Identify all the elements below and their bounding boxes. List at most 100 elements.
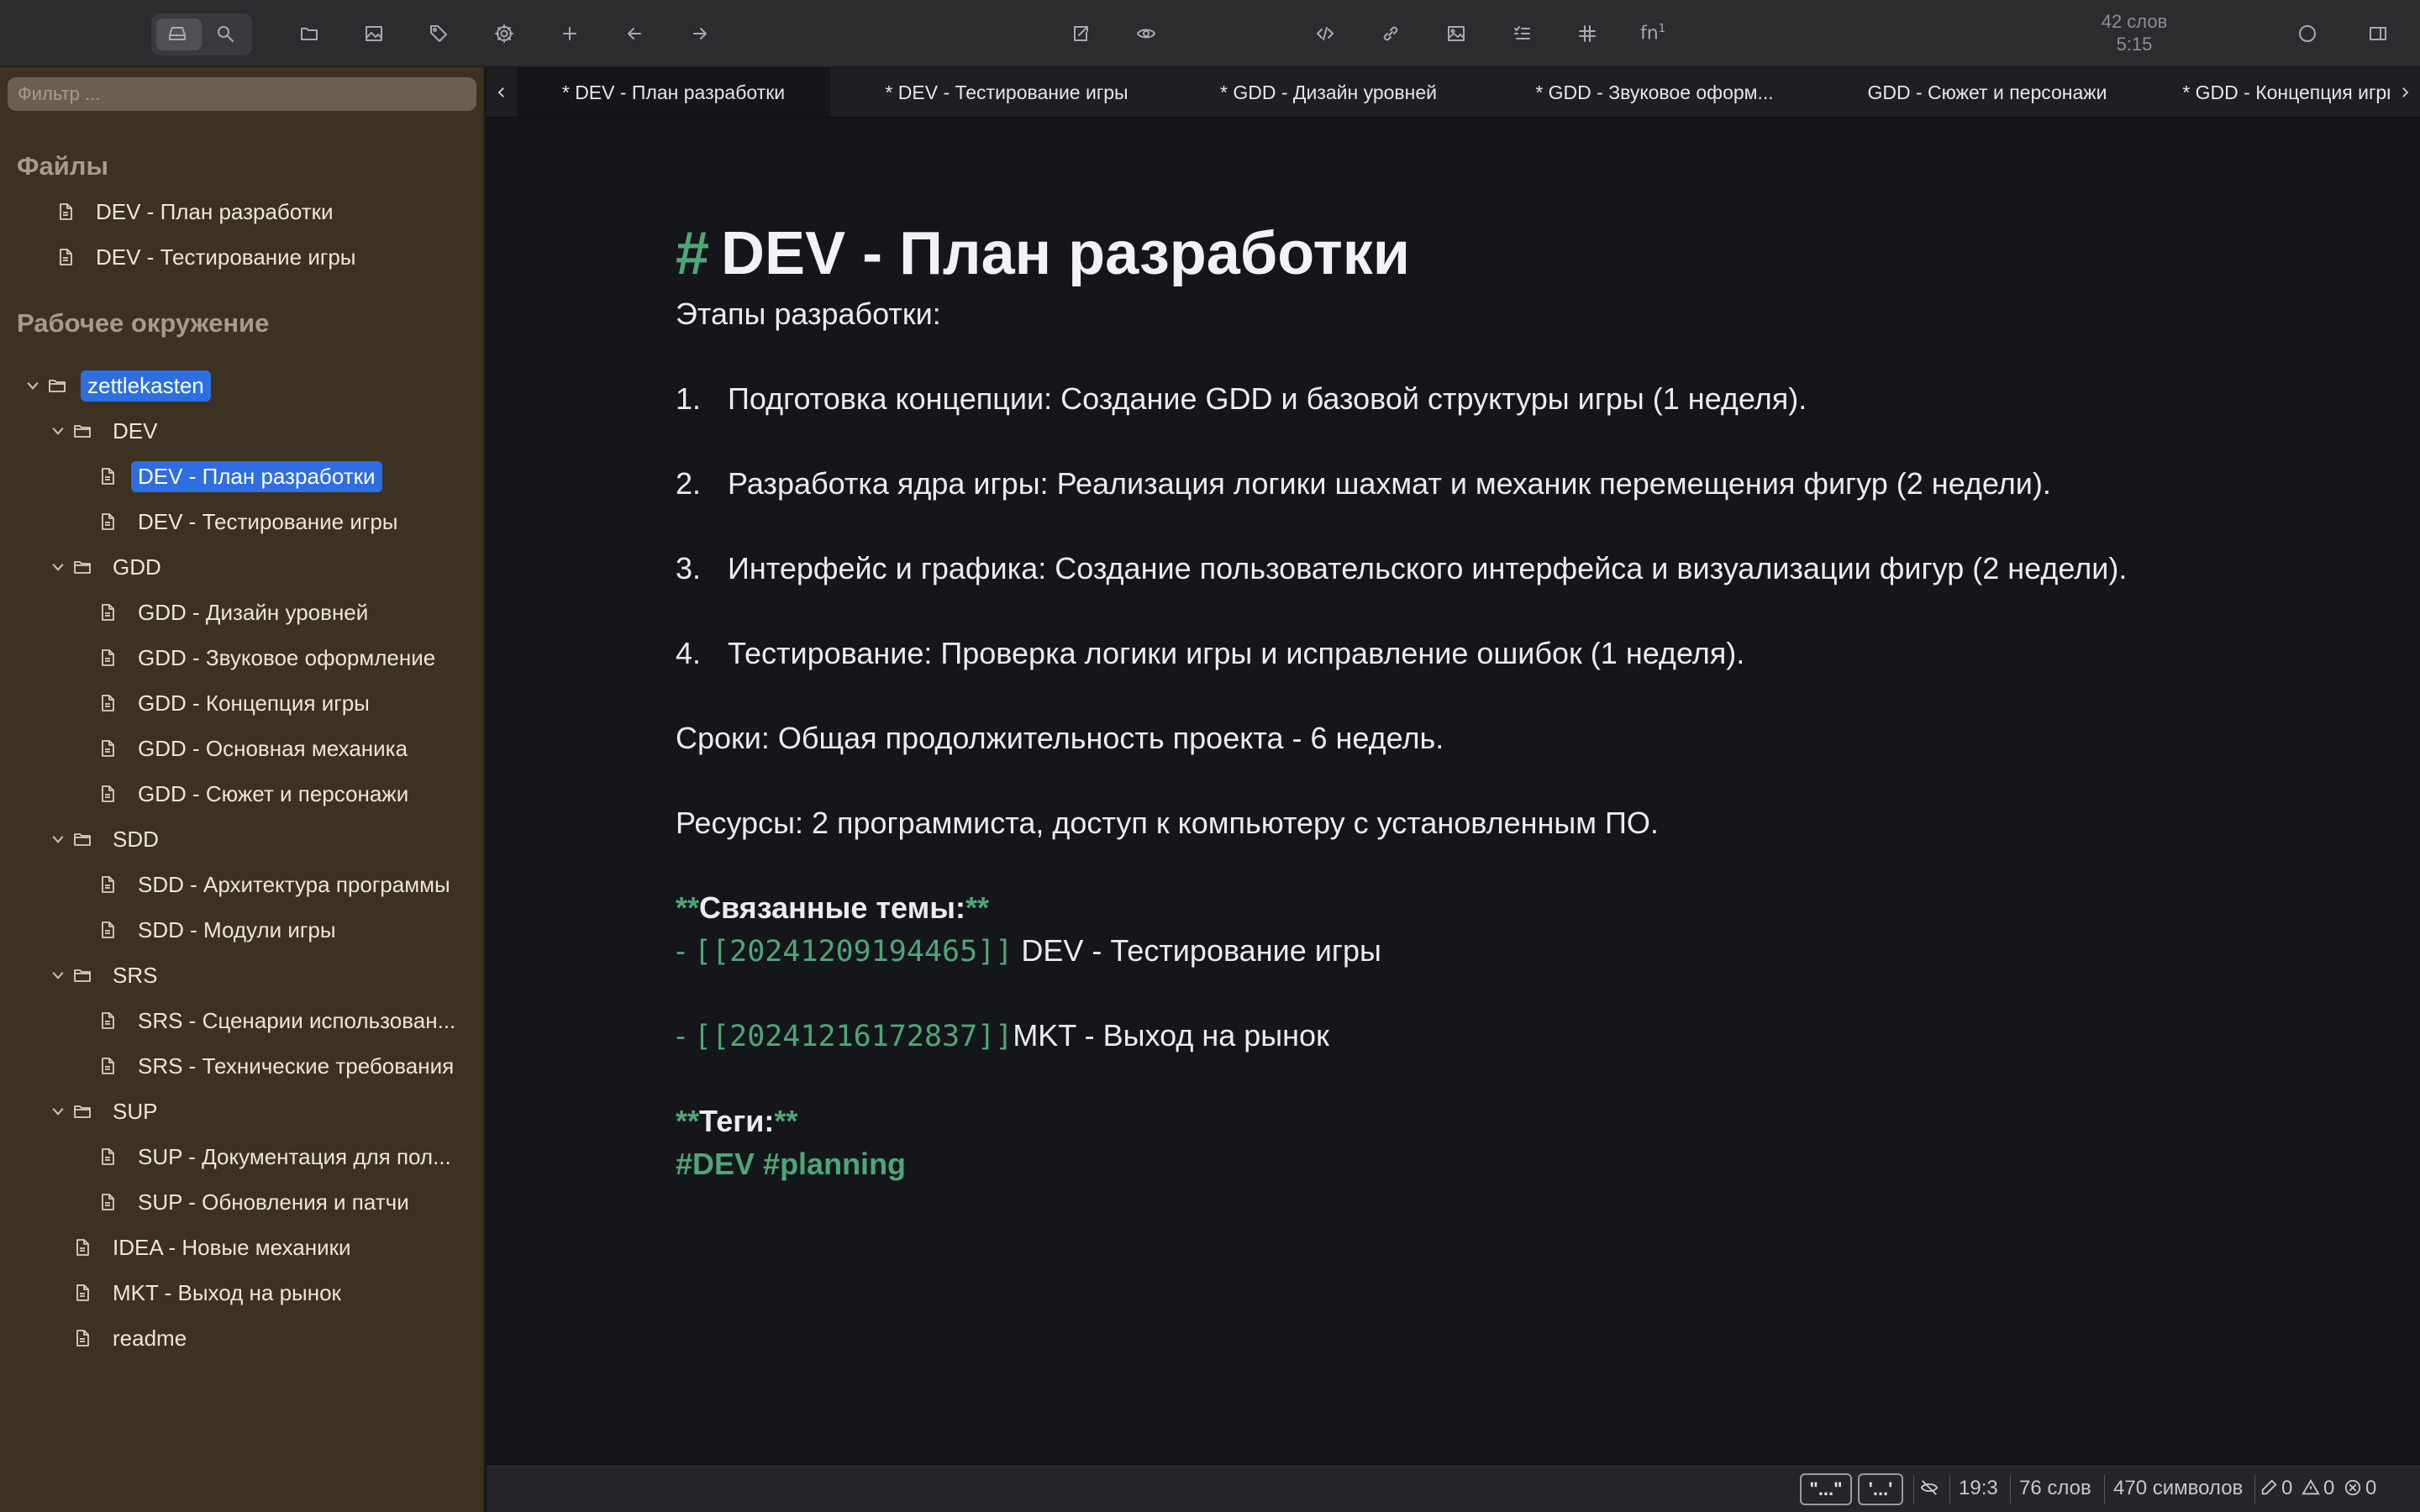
tab-scroll-right-icon[interactable]: [2390, 67, 2420, 117]
tree-file[interactable]: GDD - Основная механика: [96, 730, 414, 767]
eye-off-icon[interactable]: [1920, 1478, 1939, 1503]
arrow-right-icon[interactable]: [681, 15, 718, 52]
files-section-title: Файлы: [17, 151, 108, 181]
files-list-item-label: DEV - Тестирование игры: [96, 244, 356, 270]
list-icon[interactable]: [1503, 15, 1540, 52]
chevron-down-icon[interactable]: [45, 423, 71, 439]
file-icon: [54, 200, 77, 223]
error-count[interactable]: 0: [2365, 1477, 2376, 1500]
files-list-item[interactable]: DEV - Тестирование игры: [54, 239, 363, 276]
tab[interactable]: * DEV - Тестирование игры: [853, 67, 1160, 117]
insert-image-icon[interactable]: [1438, 15, 1475, 52]
related-heading: **Связанные темы:**: [676, 890, 989, 925]
image-icon[interactable]: [355, 15, 392, 52]
tree-file[interactable]: SRS - Технические требования: [96, 1047, 460, 1084]
folder-icon[interactable]: [291, 15, 328, 52]
tree-file[interactable]: SDD - Модули игры: [96, 911, 343, 948]
filter-input[interactable]: [8, 77, 476, 111]
tree-file[interactable]: GDD - Сюжет и персонажи: [96, 775, 415, 812]
tree-item-label: zettlekasten: [81, 370, 211, 402]
tree-folder[interactable]: zettlekasten: [20, 367, 211, 404]
chevron-down-icon[interactable]: [45, 831, 71, 848]
char-count-status[interactable]: 470 символов: [2113, 1477, 2243, 1500]
chevron-down-icon[interactable]: [45, 967, 71, 984]
chevron-down-icon[interactable]: [20, 377, 45, 394]
tree-item-label: SRS - Сценарии использован...: [138, 1007, 456, 1033]
files-list-item[interactable]: DEV - План разработки: [54, 193, 340, 230]
file-icon: [71, 1236, 94, 1259]
smart-quotes-single-button[interactable]: '...': [1858, 1473, 1903, 1505]
tree-item-label: GDD: [113, 554, 161, 580]
tab[interactable]: * DEV - План разработки: [517, 67, 830, 117]
tree-folder[interactable]: SDD: [45, 821, 166, 858]
tab[interactable]: * GDD - Концепция игры: [2165, 67, 2417, 117]
tree-file[interactable]: SRS - Сценарии использован...: [96, 1002, 462, 1039]
file-icon: [96, 646, 119, 669]
tree-item-label: DEV - План разработки: [131, 460, 382, 492]
deadline-text: Сроки: Общая продолжительность проекта -…: [676, 721, 1444, 755]
tree-folder[interactable]: DEV: [45, 412, 164, 449]
related-link[interactable]: - [[20241209194465]] DEV - Тестирование …: [676, 933, 1381, 969]
smart-quotes-double-button[interactable]: "...": [1800, 1473, 1852, 1505]
tree-item-label: SDD - Архитектура программы: [138, 871, 450, 897]
tree-folder[interactable]: GDD: [45, 549, 168, 585]
tree-item-label: SUP - Документация для пол...: [138, 1143, 451, 1169]
code-icon[interactable]: [1307, 15, 1344, 52]
editor[interactable]: # DEV - План разработки Этапы разработки:…: [487, 118, 2420, 1464]
sidebar-toggle-icon[interactable]: [2360, 15, 2396, 52]
tab[interactable]: * GDD - Дизайн уровней: [1176, 67, 1481, 117]
cursor-position[interactable]: 19:3: [1959, 1477, 1998, 1500]
tree-file[interactable]: GDD - Концепция игры: [96, 685, 376, 722]
export-icon[interactable]: [1062, 15, 1099, 52]
tree-file[interactable]: MKT - Выход на рынок: [71, 1274, 348, 1311]
tree-file[interactable]: DEV - План разработки: [96, 458, 382, 495]
tab-bar: * DEV - План разработки * DEV - Тестирова…: [487, 67, 2420, 118]
drive-icon[interactable]: [159, 15, 196, 52]
tree-file[interactable]: readme: [71, 1320, 193, 1357]
gear-icon[interactable]: [486, 15, 523, 52]
tree-file[interactable]: GDD - Звуковое оформление: [96, 639, 442, 676]
folder-icon: [71, 827, 94, 851]
chevron-down-icon[interactable]: [45, 1103, 71, 1120]
folder-icon: [71, 419, 94, 443]
tree-file[interactable]: IDEA - Новые механики: [71, 1229, 358, 1266]
tree-folder[interactable]: SUP: [45, 1093, 164, 1130]
plus-icon[interactable]: [551, 15, 588, 52]
related-link[interactable]: - [[20241216172837]]MKT - Выход на рынок: [676, 1018, 1329, 1053]
arrow-left-icon[interactable]: [616, 15, 653, 52]
tree-folder[interactable]: SRS: [45, 957, 164, 994]
tree-file[interactable]: DEV - Тестирование игры: [96, 503, 405, 540]
warning-count[interactable]: 0: [2323, 1477, 2334, 1500]
word-count-status[interactable]: 76 слов: [2019, 1477, 2091, 1500]
list-item: 3. Интерфейс и графика: Создание пользова…: [676, 551, 2128, 585]
resources-text: Ресурсы: 2 программиста, доступ к компью…: [676, 806, 1659, 840]
document-title: # DEV - План разработки: [676, 219, 1410, 288]
file-icon: [96, 782, 119, 806]
circle-icon[interactable]: [2289, 15, 2326, 52]
file-icon: [96, 737, 119, 760]
footnote-icon[interactable]: fn1: [1634, 15, 1671, 52]
tree-file[interactable]: GDD - Дизайн уровней: [96, 594, 375, 631]
search-icon[interactable]: [207, 15, 244, 52]
chevron-down-icon[interactable]: [45, 559, 71, 575]
info-count[interactable]: 0: [2281, 1477, 2292, 1500]
tree-item-label: SRS: [113, 962, 158, 988]
tree-item-label: DEV - Тестирование игры: [138, 508, 398, 534]
tab-scroll-left-icon[interactable]: [487, 67, 517, 117]
tab[interactable]: * GDD - Звуковое оформ...: [1502, 67, 1807, 117]
tree-file[interactable]: SDD - Архитектура программы: [96, 866, 457, 903]
word-count: 42 слов: [2101, 11, 2168, 32]
link-icon[interactable]: [1372, 15, 1409, 52]
tag-icon[interactable]: [420, 15, 457, 52]
tags-heading: **Теги:**: [676, 1104, 798, 1138]
tab[interactable]: GDD - Сюжет и персонажи: [1833, 67, 2142, 117]
tags-line[interactable]: #DEV #planning: [676, 1147, 906, 1182]
tree-file[interactable]: SUP - Обновления и патчи: [96, 1184, 416, 1221]
file-icon: [96, 1145, 119, 1168]
tree-item-label: SDD: [113, 826, 159, 852]
file-icon: [71, 1326, 94, 1350]
tree-file[interactable]: SUP - Документация для пол...: [96, 1138, 458, 1175]
file-icon: [71, 1281, 94, 1305]
eye-icon[interactable]: [1128, 15, 1165, 52]
table-icon[interactable]: [1569, 15, 1606, 52]
